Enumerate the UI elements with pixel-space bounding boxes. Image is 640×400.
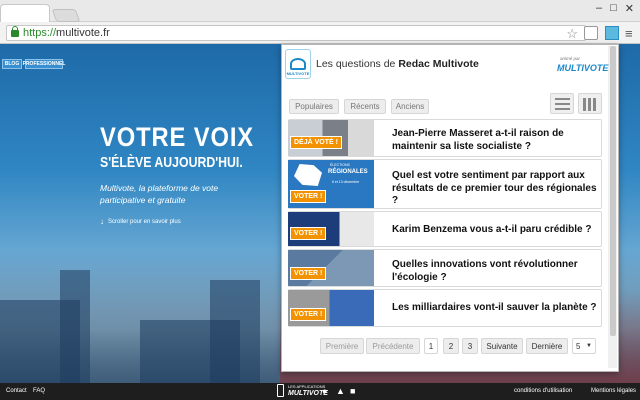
- animated-by-label: animé par: [560, 56, 581, 61]
- address-bar[interactable]: https://multivote.fr: [6, 25, 586, 41]
- filter-recents[interactable]: Récents: [344, 99, 386, 114]
- url-scheme: https://: [23, 27, 57, 39]
- footer-contact-link[interactable]: Contact: [6, 388, 27, 394]
- question-thumb-2: ÉLECTIONS RÉGIONALES 6 et 13 décembre VO…: [288, 160, 374, 208]
- lock-icon: [11, 25, 19, 37]
- popup-logo: MULTIVOTE: [285, 49, 311, 79]
- vote-badge[interactable]: VOTER !: [290, 227, 327, 240]
- vote-badge[interactable]: VOTER !: [290, 308, 327, 321]
- menu-icon[interactable]: ≡: [625, 26, 633, 41]
- question-thumb-3: VOTER !: [288, 212, 374, 246]
- pagination-first[interactable]: Première: [320, 338, 364, 354]
- footer-legal-link[interactable]: Mentions légales: [591, 388, 636, 394]
- bookmark-star-icon[interactable]: ☆: [566, 26, 578, 42]
- thumb-date: 6 et 13 décembre: [332, 180, 360, 184]
- question-text-4[interactable]: Quelles innovations vont révolutionner l…: [392, 259, 602, 284]
- footer-faq-link[interactable]: FAQ: [33, 388, 45, 394]
- popup-title: Les questions de Redac Multivote: [316, 58, 479, 70]
- close-button[interactable]: ✕: [625, 2, 634, 15]
- hero-text: Multivote, la plateforme de vote partici…: [100, 183, 219, 205]
- hero-title: VOTRE VOIX: [100, 122, 255, 152]
- question-text-5[interactable]: Les milliardaires vont-il sauver la plan…: [392, 302, 602, 315]
- android-icon[interactable]: ▲: [336, 386, 345, 396]
- scroll-hint[interactable]: ↓ Scroller pour en savoir plus: [100, 217, 181, 226]
- blog-button[interactable]: BLOG: [2, 59, 22, 69]
- browser-tab[interactable]: [0, 4, 50, 22]
- already-voted-badge: DÉJÀ VOTÉ !: [290, 136, 342, 149]
- hero-subtitle: S'ÉLÈVE AUJOURD'HUI.: [100, 154, 243, 171]
- pagination-page-3[interactable]: 3: [462, 338, 478, 354]
- window-controls: – □ ✕: [596, 2, 634, 15]
- list-view-button[interactable]: [550, 93, 574, 114]
- tab-strip: [0, 0, 640, 22]
- popup-title-prefix: Les questions de: [316, 58, 399, 70]
- new-tab-button[interactable]: [51, 9, 81, 22]
- per-page-value: 5: [576, 341, 581, 351]
- site-footer: Contact FAQ LES APPLICATIONS MULTIVOTE ●…: [0, 383, 640, 400]
- question-text-3[interactable]: Karim Benzema vous a-t-il paru crédible …: [392, 224, 602, 237]
- filter-anciens[interactable]: Anciens: [391, 99, 429, 114]
- question-thumb-4: VOTER !: [288, 250, 374, 286]
- question-text-2[interactable]: Quel est votre sentiment par rapport aux…: [392, 170, 602, 208]
- footer-terms-link[interactable]: conditions d'utilisation: [514, 388, 572, 394]
- grid-view-button[interactable]: [578, 93, 602, 114]
- thumb-big: RÉGIONALES: [328, 169, 368, 175]
- pagination-page-1[interactable]: 1: [424, 338, 438, 354]
- regionales-map-icon: [294, 164, 322, 186]
- popup-title-author: Redac Multivote: [398, 58, 479, 70]
- arrow-down-icon: ↓: [100, 217, 104, 226]
- pagination-last[interactable]: Dernière: [526, 338, 568, 354]
- scroll-hint-label: Scroller pour en savoir plus: [108, 218, 181, 225]
- popup-scrollbar-thumb[interactable]: [610, 46, 616, 336]
- apple-icon[interactable]: ●: [322, 386, 327, 396]
- chevron-down-icon: ▼: [586, 343, 592, 349]
- thumb-title: ÉLECTIONS: [330, 163, 350, 167]
- maximize-button[interactable]: □: [610, 2, 617, 15]
- list-view-icon: [555, 98, 570, 110]
- popup-brand: MULTIVOTE: [557, 63, 609, 73]
- question-text-1[interactable]: Jean-Pierre Masseret a-t-il raison de ma…: [392, 128, 602, 153]
- extension-icon[interactable]: [584, 26, 598, 40]
- pagination-next[interactable]: Suivante: [481, 338, 523, 354]
- question-thumb-5: VOTER !: [288, 290, 374, 326]
- vote-badge[interactable]: VOTER !: [290, 190, 327, 203]
- question-thumb-1: DÉJÀ VOTÉ !: [288, 120, 374, 156]
- grid-view-icon: [583, 98, 598, 111]
- windows-icon[interactable]: ■: [350, 386, 355, 396]
- pagination-prev[interactable]: Précédente: [366, 338, 420, 354]
- logo-icon: [290, 58, 306, 70]
- minimize-button[interactable]: –: [596, 2, 602, 15]
- vote-badge[interactable]: VOTER !: [290, 267, 327, 280]
- professionnel-button[interactable]: PROFESSIONNEL: [23, 59, 65, 69]
- popup-logo-text: MULTIVOTE: [286, 71, 310, 76]
- per-page-select[interactable]: 5 ▼: [572, 338, 596, 354]
- filter-populaires[interactable]: Populaires: [289, 99, 339, 114]
- footer-apps-label: LES APPLICATIONS: [288, 384, 326, 389]
- multivote-extension-icon[interactable]: [605, 26, 619, 40]
- pagination-page-2[interactable]: 2: [443, 338, 459, 354]
- phone-icon: [277, 384, 284, 397]
- url-host: multivote.fr: [56, 27, 110, 39]
